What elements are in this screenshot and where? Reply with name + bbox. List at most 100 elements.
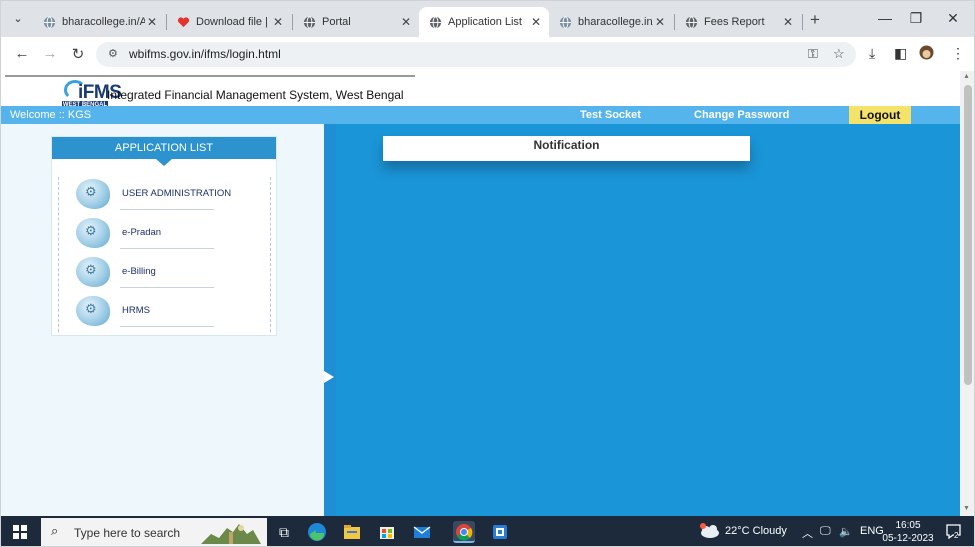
show-hidden-icons-chevron-icon[interactable]: ︿ bbox=[802, 525, 813, 541]
windows-start-icon[interactable] bbox=[13, 525, 27, 539]
close-tab-icon[interactable]: ✕ bbox=[145, 15, 159, 29]
tab-bharacollege-fe[interactable]: bharacollege.in/Fe ✕ bbox=[549, 7, 673, 37]
app-gear-icon: ⚙ bbox=[76, 257, 110, 287]
tab-title: Application List bbox=[448, 16, 522, 28]
tab-bharacollege-ad[interactable]: bharacollege.in/Ad ✕ bbox=[33, 7, 165, 37]
ifms-logo: iFMS WEST BENGAL bbox=[35, 80, 122, 109]
profile-avatar-icon[interactable] bbox=[919, 45, 934, 63]
new-tab-plus-icon[interactable]: + bbox=[810, 10, 820, 30]
password-key-icon[interactable]: ⚿ bbox=[808, 46, 818, 62]
close-tab-icon[interactable]: ✕ bbox=[399, 15, 413, 29]
tab-application-list[interactable]: Application List ✕ bbox=[419, 7, 549, 37]
scroll-up-icon[interactable]: ▲ bbox=[963, 73, 970, 80]
close-tab-icon[interactable]: ✕ bbox=[781, 15, 795, 29]
url-text[interactable]: wbifms.gov.in/ifms/login.html bbox=[129, 47, 281, 61]
item-underline bbox=[120, 326, 214, 327]
application-list-panel: APPLICATION LIST ⚙ USER ADMINISTRATION ⚙… bbox=[51, 136, 277, 336]
app-label[interactable]: USER ADMINISTRATION bbox=[122, 188, 231, 199]
side-panel-icon[interactable]: ◧ bbox=[894, 45, 907, 62]
bookmark-star-icon[interactable]: ☆ bbox=[833, 46, 845, 62]
globe-icon bbox=[43, 15, 56, 29]
browser-tab-strip: ⌄ bharacollege.in/Ad ✕ Download file | i… bbox=[1, 1, 974, 37]
edge-browser-icon[interactable] bbox=[306, 521, 328, 543]
search-placeholder[interactable]: Type here to search bbox=[74, 526, 180, 540]
clock-date: 05-12-2023 bbox=[882, 533, 934, 544]
window-close-icon[interactable]: ✕ bbox=[943, 10, 963, 27]
app-item-e-pradan[interactable]: ⚙ e-Pradan bbox=[76, 218, 266, 252]
notification-panel: Notification bbox=[383, 136, 750, 161]
address-bar[interactable]: ⚙ wbifms.gov.in/ifms/login.html ⚿ ☆ bbox=[96, 42, 856, 67]
logout-button[interactable]: Logout bbox=[849, 106, 911, 124]
back-arrow-icon[interactable]: ← bbox=[13, 45, 31, 62]
search-icon: ⌕ bbox=[51, 523, 59, 538]
app-item-user-administration[interactable]: ⚙ USER ADMINISTRATION bbox=[76, 179, 266, 213]
panel-divider bbox=[270, 177, 271, 332]
cloud-weather-icon[interactable] bbox=[698, 523, 720, 539]
globe-icon bbox=[559, 15, 572, 29]
tab-title: Fees Report bbox=[704, 16, 765, 28]
notification-title: Notification bbox=[533, 138, 600, 152]
app-label[interactable]: HRMS bbox=[122, 305, 150, 316]
forward-arrow-icon[interactable]: → bbox=[41, 45, 59, 62]
app-label[interactable]: e-Billing bbox=[122, 266, 156, 277]
action-center-notification-icon[interactable]: 2 bbox=[945, 523, 963, 541]
app-label[interactable]: e-Pradan bbox=[122, 227, 161, 238]
pane-splitter[interactable] bbox=[324, 124, 336, 516]
windows-taskbar: ⌕ Type here to search ⧉ 22°C Cloudy ︿ 🖵 … bbox=[1, 516, 974, 546]
chrome-browser-icon[interactable] bbox=[453, 521, 475, 543]
tab-portal[interactable]: Portal ✕ bbox=[293, 7, 419, 37]
change-password-link[interactable]: Change Password bbox=[694, 109, 789, 121]
collapse-arrow-icon[interactable] bbox=[324, 371, 334, 383]
taskbar-search-box[interactable]: ⌕ Type here to search bbox=[41, 518, 267, 546]
screen: ⌄ bharacollege.in/Ad ✕ Download file | i… bbox=[0, 0, 975, 547]
welcome-text: Welcome :: KGS bbox=[10, 109, 92, 121]
network-icon[interactable]: 🖵 bbox=[820, 525, 831, 538]
site-title: Integrated Financial Management System, … bbox=[107, 88, 404, 102]
app-item-e-billing[interactable]: ⚙ e-Billing bbox=[76, 257, 266, 291]
app-item-hrms[interactable]: ⚙ HRMS bbox=[76, 296, 266, 330]
tab-fees-report[interactable]: Fees Report ✕ bbox=[675, 7, 801, 37]
restore-icon[interactable]: ❐ bbox=[906, 10, 926, 27]
download-icon[interactable]: ⤓ bbox=[869, 45, 875, 62]
globe-icon bbox=[685, 15, 698, 29]
close-tab-icon[interactable]: ✕ bbox=[529, 15, 543, 29]
task-view-icon[interactable]: ⧉ bbox=[273, 521, 295, 543]
tab-title: bharacollege.in/Ad bbox=[62, 16, 145, 28]
store-icon[interactable] bbox=[376, 521, 398, 543]
volume-muted-icon[interactable]: 🔈 bbox=[839, 525, 853, 538]
file-explorer-icon[interactable] bbox=[341, 521, 363, 543]
photos-app-icon[interactable] bbox=[489, 521, 511, 543]
avatar bbox=[919, 45, 934, 60]
page-scrollbar[interactable]: ▲ ▼ bbox=[960, 71, 974, 516]
mail-icon[interactable] bbox=[411, 521, 433, 543]
globe-icon bbox=[429, 15, 442, 29]
taskbar-clock[interactable]: 16:05 05-12-2023 bbox=[881, 519, 935, 545]
clock-time: 16:05 bbox=[895, 520, 921, 531]
site-settings-icon[interactable]: ⚙ bbox=[108, 47, 118, 60]
kebab-menu-icon[interactable]: ⋮ bbox=[951, 45, 965, 62]
notification-count: 2 bbox=[954, 531, 959, 540]
reload-icon[interactable]: ↻ bbox=[69, 45, 87, 63]
globe-icon bbox=[303, 15, 316, 29]
close-tab-icon[interactable]: ✕ bbox=[653, 15, 667, 29]
application-list-header: APPLICATION LIST bbox=[52, 137, 276, 159]
top-menu-bar: Welcome :: KGS Test Socket Change Passwo… bbox=[1, 106, 960, 124]
test-socket-link[interactable]: Test Socket bbox=[580, 109, 641, 121]
app-gear-icon: ⚙ bbox=[76, 179, 110, 209]
item-underline bbox=[120, 209, 214, 210]
app-gear-icon: ⚙ bbox=[76, 296, 110, 326]
item-underline bbox=[120, 287, 214, 288]
minimize-icon[interactable]: — bbox=[875, 10, 895, 26]
close-tab-icon[interactable]: ✕ bbox=[271, 15, 285, 29]
item-underline bbox=[120, 248, 214, 249]
browser-toolbar: ← → ↻ ⚙ wbifms.gov.in/ifms/login.html ⚿ … bbox=[1, 37, 974, 71]
scroll-thumb[interactable] bbox=[964, 85, 972, 385]
tab-search-chevron-icon[interactable]: ⌄ bbox=[10, 11, 26, 27]
ilovepdf-heart-icon bbox=[177, 16, 190, 27]
tab-title: Portal bbox=[322, 16, 351, 28]
panel-divider bbox=[58, 177, 59, 332]
search-highlight-image bbox=[201, 524, 261, 544]
tab-download-file[interactable]: Download file | iLo ✕ bbox=[167, 7, 291, 37]
weather-text[interactable]: 22°C Cloudy bbox=[725, 525, 787, 537]
scroll-down-icon[interactable]: ▼ bbox=[963, 505, 970, 512]
